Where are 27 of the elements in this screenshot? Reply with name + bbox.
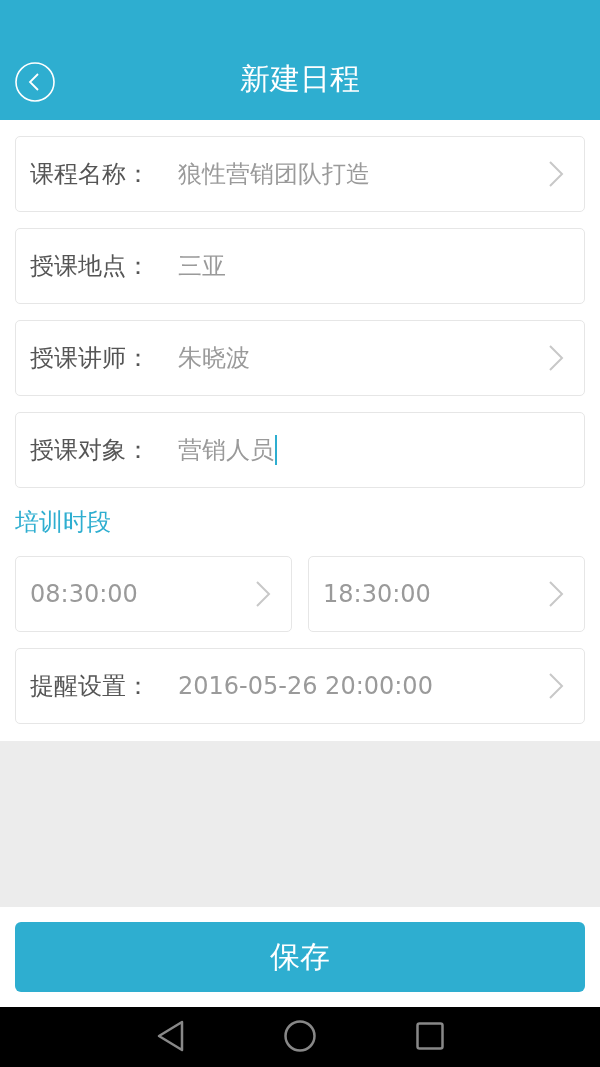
picker-field[interactable]: 课程名称： 狼性营销团队打造	[15, 136, 585, 212]
chevron-right-icon	[548, 580, 564, 608]
chevron-right-icon	[255, 580, 271, 608]
field-value: 营销人员	[178, 435, 274, 466]
section-title: 培训时段	[15, 507, 111, 538]
home-nav-icon[interactable]	[284, 1019, 316, 1055]
chevron-right-icon	[548, 344, 564, 372]
field-value: 18:30:00	[323, 580, 431, 608]
chevron-right-icon	[548, 672, 564, 700]
field-label: 提醒设置：	[30, 671, 151, 702]
field-label: 授课地点：	[30, 251, 151, 282]
input-field[interactable]: 授课对象： 营销人员	[15, 412, 585, 488]
field-value: 08:30:00	[30, 580, 138, 608]
field-label: 课程名称：	[30, 159, 151, 190]
recents-nav-icon[interactable]	[416, 1021, 444, 1053]
input-field[interactable]: 授课地点： 三亚	[15, 228, 585, 304]
page-title: 新建日程	[240, 60, 360, 98]
field-value: 三亚	[178, 251, 226, 282]
picker-field[interactable]: 提醒设置： 2016-05-26 20:00:00	[15, 648, 585, 724]
picker-field[interactable]: 授课讲师： 朱晓波	[15, 320, 585, 396]
field-label: 授课讲师：	[30, 343, 151, 374]
field-label: 授课对象：	[30, 435, 151, 466]
chevron-right-icon	[548, 160, 564, 188]
back-button[interactable]	[15, 62, 55, 102]
field-value: 朱晓波	[178, 343, 250, 374]
field-value: 2016-05-26 20:00:00	[178, 672, 433, 700]
field-value: 狼性营销团队打造	[178, 159, 370, 190]
